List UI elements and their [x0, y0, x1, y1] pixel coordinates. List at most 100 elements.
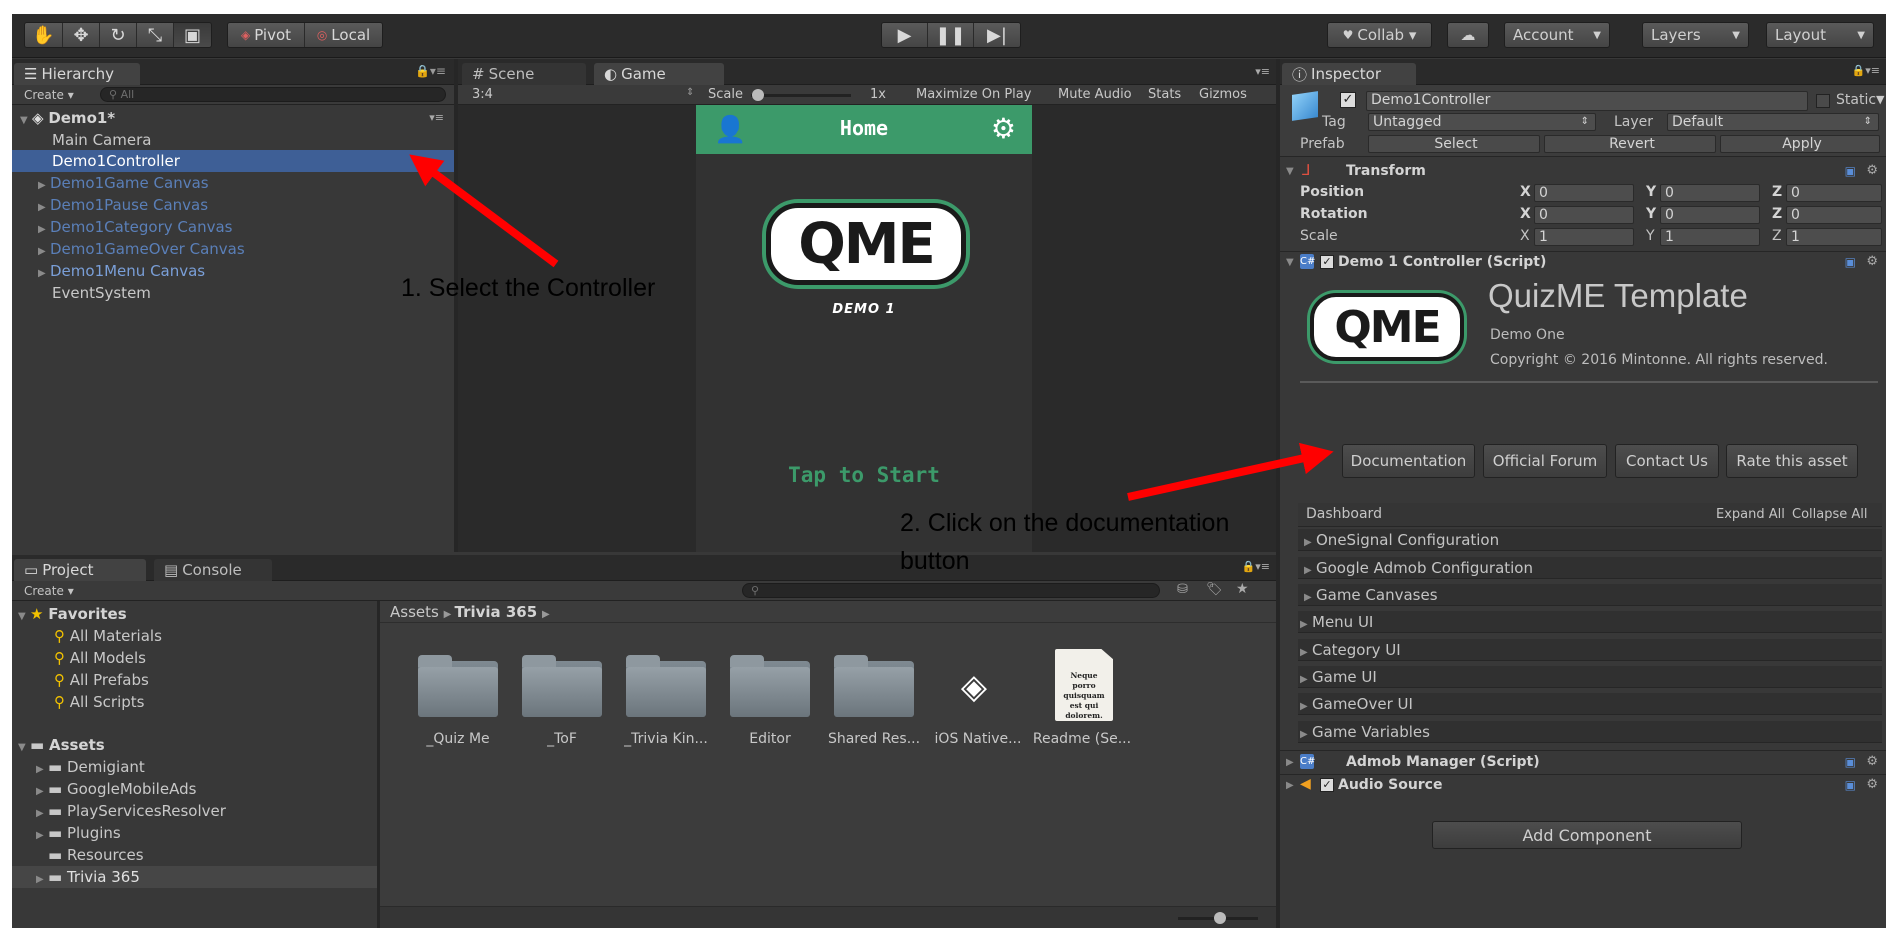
tag-dropdown[interactable]: Untagged ⇕	[1368, 113, 1596, 131]
stats-toggle[interactable]: Stats	[1148, 87, 1181, 102]
rotation-x-field[interactable]: 0	[1534, 206, 1634, 224]
hierarchy-item[interactable]: ▶ Demo1Menu Canvas	[12, 260, 454, 282]
foldout-section[interactable]: ▶ Category UI	[1298, 639, 1882, 661]
folder-icon[interactable]	[834, 655, 914, 717]
folder-icon[interactable]	[418, 655, 498, 717]
favorite-item[interactable]: ⚲ All Materials	[12, 625, 377, 647]
expand-triangle-icon[interactable]: ▼	[1286, 257, 1298, 268]
foldout-section[interactable]: ▶ OneSignal Configuration	[1298, 529, 1882, 551]
foldout-section[interactable]: ▶ Menu UI	[1298, 611, 1882, 633]
hand-tool-icon[interactable]: ✋	[25, 23, 63, 47]
foldout-section[interactable]: ▶ Game Canvases	[1298, 584, 1882, 606]
scene-menu-icon[interactable]: ▾≡	[429, 107, 444, 129]
favorite-item[interactable]: ⚲ All Prefabs	[12, 669, 377, 691]
tab-console[interactable]: ▤ Console	[154, 559, 272, 581]
layout-dropdown[interactable]: Layout ▼	[1766, 22, 1874, 48]
position-x-field[interactable]: 0	[1534, 184, 1634, 202]
foldout-section[interactable]: ▶ Google Admob Configuration	[1298, 557, 1882, 579]
expand-triangle-icon[interactable]: ▶	[36, 869, 48, 891]
unity-logo-icon[interactable]: ◈	[954, 667, 994, 707]
position-z-field[interactable]: 0	[1786, 184, 1882, 202]
rotate-tool-icon[interactable]: ↻	[100, 23, 137, 47]
expand-triangle-icon[interactable]: ▶	[1286, 757, 1298, 768]
foldout-section[interactable]: ▶ GameOver UI	[1298, 693, 1882, 715]
panel-menu-icon[interactable]: ▾≡	[1255, 65, 1270, 78]
folder-icon[interactable]	[626, 655, 706, 717]
hierarchy-item[interactable]: Main Camera	[12, 129, 454, 151]
asset-folder[interactable]: ▶ ▬ GoogleMobileAds	[12, 778, 377, 800]
hierarchy-item[interactable]: EventSystem	[12, 282, 454, 304]
scene-root[interactable]: ▼ ◈ Demo1* ▾≡	[12, 107, 454, 129]
cloud-button[interactable]: ☁	[1447, 22, 1489, 48]
settings-gear-icon[interactable]: ⚙	[1866, 777, 1878, 792]
help-book-icon[interactable]: ▣	[1845, 164, 1856, 178]
asset-folder[interactable]: ▶ ▬ PlayServicesResolver	[12, 800, 377, 822]
admob-component-header[interactable]: ▶ C# Admob Manager (Script) ▣ ⚙	[1280, 752, 1886, 774]
object-name-field[interactable]: Demo1Controller	[1366, 91, 1808, 111]
asset-folder[interactable]: ▶ ▬ Demigiant	[12, 756, 377, 778]
breadcrumb-root[interactable]: Assets	[390, 603, 439, 621]
tap-to-start[interactable]: Tap to Start	[696, 463, 1032, 487]
maximize-on-play-toggle[interactable]: Maximize On Play	[916, 87, 1031, 102]
component-enabled-checkbox[interactable]: ✓	[1320, 778, 1334, 792]
hierarchy-item-selected[interactable]: Demo1Controller	[12, 150, 454, 172]
static-checkbox[interactable]	[1816, 94, 1830, 108]
audio-component-header[interactable]: ▶ ◀ ✓ Audio Source ▣ ⚙	[1280, 775, 1886, 797]
filter-by-type-icon[interactable]: ⛁	[1177, 582, 1188, 597]
filter-by-label-icon[interactable]: 🏷	[1206, 582, 1223, 597]
create-dropdown[interactable]: Create ▾	[24, 584, 74, 598]
hierarchy-item[interactable]: ▶ Demo1Game Canvas	[12, 172, 454, 194]
panel-menu-icon[interactable]: 🔒▾≡	[415, 64, 446, 78]
favorite-item[interactable]: ⚲ All Scripts	[12, 691, 377, 713]
folder-icon[interactable]	[730, 655, 810, 717]
hierarchy-item[interactable]: ▶ Demo1GameOver Canvas	[12, 238, 454, 260]
readme-document-icon[interactable]: Neque porro quisquam est qui dolorem.	[1055, 649, 1113, 721]
assets-header[interactable]: ▼ ▬ Assets	[12, 734, 377, 756]
favorite-item[interactable]: ⚲ All Models	[12, 647, 377, 669]
active-checkbox[interactable]: ✓	[1340, 92, 1356, 108]
contact-us-button[interactable]: Contact Us	[1615, 444, 1719, 478]
scale-slider-thumb[interactable]	[752, 89, 764, 101]
transform-header[interactable]: ▼ ⅃ Transform ▣ ⚙	[1280, 161, 1886, 183]
hierarchy-search-input[interactable]: ⚲ All	[100, 87, 446, 102]
mute-audio-toggle[interactable]: Mute Audio	[1058, 87, 1132, 102]
tab-game[interactable]: ◐ Game	[594, 63, 724, 85]
asset-folder-selected[interactable]: ▶ ▬ Trivia 365	[12, 866, 377, 888]
breadcrumb-current[interactable]: Trivia 365	[454, 603, 537, 621]
asset-folder[interactable]: ▬ Resources	[12, 844, 377, 866]
expand-triangle-icon[interactable]: ▼	[1286, 166, 1298, 177]
prefab-select-button[interactable]: Select	[1368, 135, 1540, 153]
account-dropdown[interactable]: Account ▼	[1504, 22, 1610, 48]
hierarchy-item[interactable]: ▶ Demo1Category Canvas	[12, 216, 454, 238]
expand-all-button[interactable]: Expand All	[1716, 507, 1785, 522]
play-icon[interactable]: ▶	[882, 23, 928, 47]
scale-tool-icon[interactable]: ⤡	[137, 23, 174, 47]
scale-x-field[interactable]: 1	[1534, 228, 1634, 246]
collab-button[interactable]: ♥ Collab ▾	[1327, 22, 1432, 48]
step-icon[interactable]: ▶|	[974, 23, 1020, 47]
official-forum-button[interactable]: Official Forum	[1483, 444, 1607, 478]
gizmos-dropdown[interactable]: Gizmos	[1199, 87, 1247, 102]
help-book-icon[interactable]: ▣	[1845, 255, 1856, 269]
rotation-z-field[interactable]: 0	[1786, 206, 1882, 224]
tab-project[interactable]: ▭ Project	[14, 559, 146, 581]
create-dropdown[interactable]: Create ▾	[24, 88, 74, 102]
tab-scene[interactable]: # Scene	[462, 63, 586, 85]
layer-dropdown[interactable]: Default ⇕	[1667, 113, 1879, 131]
settings-gear-icon[interactable]: ⚙	[1866, 163, 1878, 178]
settings-gear-icon[interactable]: ⚙	[1866, 254, 1878, 269]
help-book-icon[interactable]: ▣	[1845, 755, 1856, 769]
foldout-section[interactable]: ▶ Game UI	[1298, 666, 1882, 688]
tab-inspector[interactable]: ⓘ Inspector	[1282, 63, 1416, 85]
rotation-y-field[interactable]: 0	[1660, 206, 1760, 224]
collapse-all-button[interactable]: Collapse All	[1792, 507, 1868, 522]
game-screen[interactable]: 👤 Home ⚙ QME DEMO 1 Tap to Start	[696, 105, 1032, 552]
foldout-section[interactable]: ▶ Game Variables	[1298, 721, 1882, 743]
project-search-input[interactable]: ⚲	[742, 583, 1160, 598]
favorite-star-icon[interactable]: ★	[1236, 581, 1249, 597]
icon-size-slider-thumb[interactable]	[1214, 912, 1226, 924]
panel-menu-icon[interactable]: 🔒▾≡	[1242, 560, 1270, 573]
prefab-revert-button[interactable]: Revert	[1544, 135, 1716, 153]
favorites-header[interactable]: ▼ ★ Favorites	[12, 603, 377, 625]
rect-tool-icon[interactable]: ▣	[174, 23, 211, 47]
